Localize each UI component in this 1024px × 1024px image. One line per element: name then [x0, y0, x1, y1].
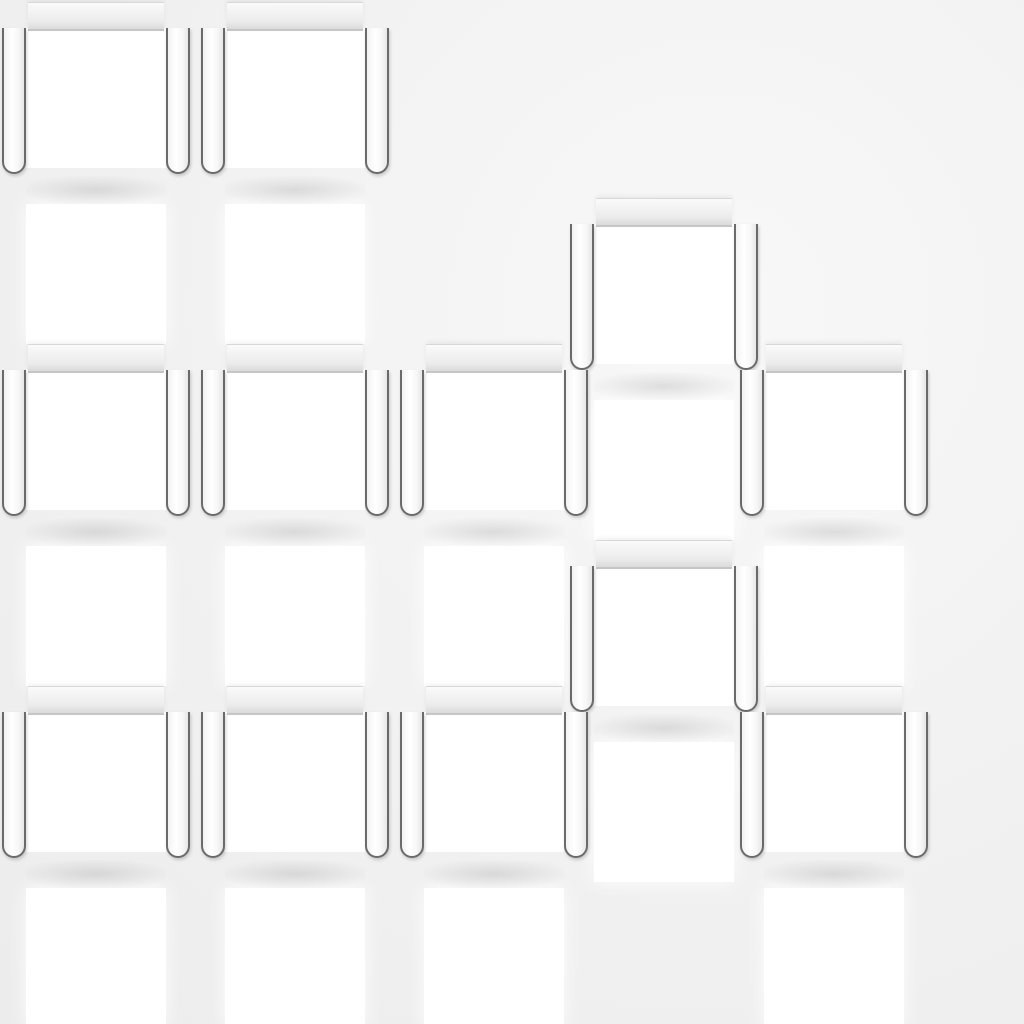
- tile-lower-panel: [225, 888, 365, 1024]
- tile-left-post: [2, 370, 26, 516]
- tile-right-post: [564, 370, 588, 516]
- tile-shadow: [26, 518, 166, 546]
- stacked-tile: [197, 344, 397, 710]
- stacked-tile: [736, 686, 936, 1024]
- tile-right-post: [166, 28, 190, 174]
- tile-left-post: [570, 566, 594, 712]
- tile-shadow: [594, 714, 734, 742]
- tile-top-bar: [766, 686, 902, 715]
- tile-shadow: [424, 518, 564, 546]
- stacked-tile: [0, 344, 198, 710]
- tile-upper-panel: [764, 712, 904, 852]
- tile-left-post: [400, 712, 424, 858]
- tile-right-post: [564, 712, 588, 858]
- tile-upper-panel: [225, 28, 365, 168]
- stacked-tile: [197, 2, 397, 368]
- tile-lower-panel: [225, 546, 365, 686]
- tile-left-post: [2, 712, 26, 858]
- tile-upper-panel: [26, 712, 166, 852]
- tile-upper-panel: [424, 370, 564, 510]
- tile-left-post: [2, 28, 26, 174]
- tile-upper-panel: [225, 712, 365, 852]
- stacked-tile: [0, 686, 198, 1024]
- stacked-tile: [396, 686, 596, 1024]
- tile-left-post: [201, 28, 225, 174]
- tile-lower-panel: [26, 546, 166, 686]
- tile-scene: [0, 0, 1024, 1024]
- tile-left-post: [740, 712, 764, 858]
- tile-right-post: [734, 224, 758, 370]
- tile-upper-panel: [594, 566, 734, 706]
- stacked-tile: [197, 686, 397, 1024]
- tile-top-bar: [227, 2, 363, 31]
- tile-upper-panel: [26, 370, 166, 510]
- tile-upper-panel: [594, 224, 734, 364]
- tile-upper-panel: [26, 28, 166, 168]
- tile-right-post: [734, 566, 758, 712]
- tile-shadow: [26, 176, 166, 204]
- tile-lower-panel: [594, 400, 734, 540]
- tile-right-post: [904, 712, 928, 858]
- tile-upper-panel: [424, 712, 564, 852]
- tile-shadow: [594, 372, 734, 400]
- stacked-tile: [0, 2, 198, 368]
- tile-left-post: [400, 370, 424, 516]
- tile-lower-panel: [594, 742, 734, 882]
- tile-upper-panel: [764, 370, 904, 510]
- tile-left-post: [201, 712, 225, 858]
- tile-lower-panel: [424, 546, 564, 686]
- tile-top-bar: [596, 198, 732, 227]
- tile-shadow: [764, 518, 904, 546]
- tile-lower-panel: [764, 888, 904, 1024]
- tile-top-bar: [426, 344, 562, 373]
- tile-left-post: [570, 224, 594, 370]
- tile-shadow: [225, 518, 365, 546]
- tile-right-post: [166, 370, 190, 516]
- tile-shadow: [225, 176, 365, 204]
- tile-top-bar: [227, 344, 363, 373]
- tile-lower-panel: [764, 546, 904, 686]
- tile-lower-panel: [424, 888, 564, 1024]
- tile-lower-panel: [26, 204, 166, 344]
- tile-right-post: [365, 28, 389, 174]
- tile-top-bar: [227, 686, 363, 715]
- tile-right-post: [166, 712, 190, 858]
- tile-lower-panel: [26, 888, 166, 1024]
- tile-right-post: [365, 712, 389, 858]
- tile-right-post: [365, 370, 389, 516]
- tile-top-bar: [28, 344, 164, 373]
- tile-lower-panel: [225, 204, 365, 344]
- tile-shadow: [225, 860, 365, 888]
- tile-left-post: [201, 370, 225, 516]
- tile-left-post: [740, 370, 764, 516]
- tile-shadow: [764, 860, 904, 888]
- stacked-tile: [736, 344, 936, 710]
- tile-top-bar: [28, 2, 164, 31]
- tile-right-post: [904, 370, 928, 516]
- tile-top-bar: [426, 686, 562, 715]
- tile-top-bar: [766, 344, 902, 373]
- tile-top-bar: [28, 686, 164, 715]
- tile-top-bar: [596, 540, 732, 569]
- tile-shadow: [26, 860, 166, 888]
- tile-shadow: [424, 860, 564, 888]
- tile-upper-panel: [225, 370, 365, 510]
